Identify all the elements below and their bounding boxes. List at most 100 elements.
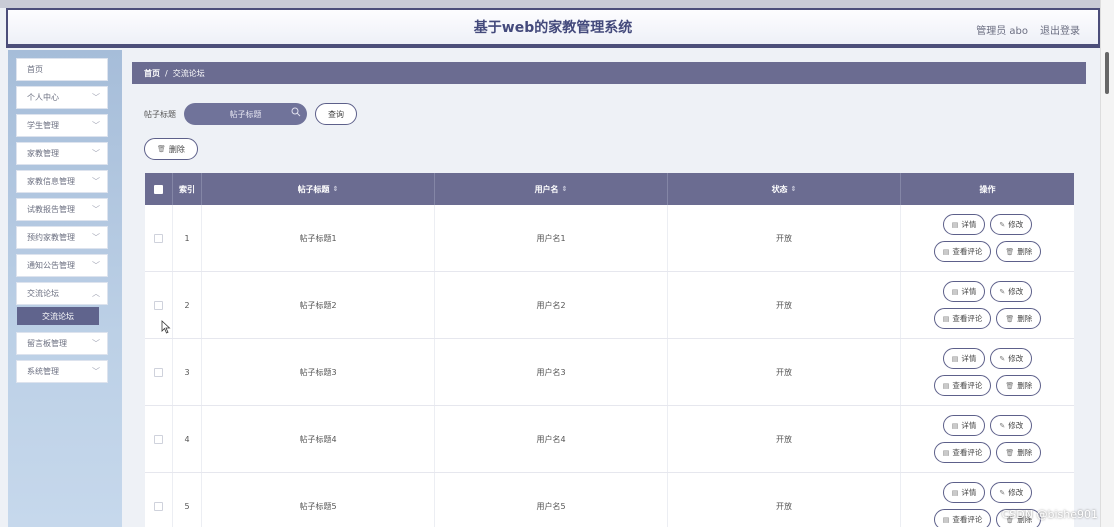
search-icon (291, 107, 301, 117)
edit-button[interactable]: ✎ 修改 (990, 281, 1033, 302)
sidebar-item-label: 试教报告管理 (27, 205, 75, 214)
trash-icon: 🗑 (1005, 314, 1015, 323)
cell-user: 用户名1 (435, 205, 668, 271)
cell-index: 1 (173, 205, 202, 271)
document-icon: ▤ (942, 247, 950, 256)
header-user[interactable]: 用户名 ⇕ (435, 173, 668, 205)
chevron-down-icon: ﹀ (92, 93, 100, 102)
sidebar-item-notices[interactable]: 通知公告管理 ﹀ (16, 254, 108, 277)
sidebar-item-system[interactable]: 系统管理 ﹀ (16, 360, 108, 383)
cell-status: 开放 (668, 339, 901, 405)
sort-icon[interactable]: ⇕ (333, 185, 339, 193)
table-header: 索引 帖子标题 ⇕ 用户名 ⇕ 状态 ⇕ 操作 (145, 173, 1074, 205)
row-select[interactable] (145, 339, 173, 405)
document-icon: ▤ (951, 287, 959, 296)
search-label: 帖子标题 (144, 109, 176, 119)
trash-icon: 🗑 (1005, 247, 1015, 256)
logout-link[interactable]: 退出登录 (1040, 22, 1080, 37)
sidebar-item-forum[interactable]: 交流论坛 ︿ (16, 282, 108, 305)
cell-index: 2 (173, 272, 202, 338)
delete-button[interactable]: 🗑 删除 (996, 308, 1042, 329)
chevron-down-icon: ﹀ (92, 339, 100, 348)
sidebar-item-trial-reports[interactable]: 试教报告管理 ﹀ (16, 198, 108, 221)
row-checkbox[interactable] (154, 367, 163, 377)
row-select[interactable] (145, 473, 173, 527)
delete-button[interactable]: 🗑 删除 (996, 375, 1042, 396)
sidebar-item-label: 家教管理 (27, 149, 59, 158)
cell-status: 开放 (668, 473, 901, 527)
row-checkbox[interactable] (154, 300, 163, 310)
document-icon: ▤ (942, 381, 950, 390)
sidebar-subitem-forum[interactable]: 交流论坛 (17, 307, 99, 325)
row-checkbox[interactable] (154, 501, 163, 511)
detail-button[interactable]: ▤ 详情 (942, 415, 986, 436)
view-comments-button[interactable]: ▤ 查看评论 (933, 308, 992, 329)
header-title[interactable]: 帖子标题 ⇕ (202, 173, 435, 205)
scrollbar-thumb[interactable] (1105, 52, 1109, 94)
cell-ops: ▤ 详情 ✎ 修改 ▤ 查看评论 🗑 删除 (901, 406, 1074, 472)
cell-status: 开放 (668, 205, 901, 271)
cell-title: 帖子标题2 (202, 272, 435, 338)
row-select[interactable] (145, 406, 173, 472)
chevron-down-icon: ﹀ (92, 121, 100, 130)
batch-delete-button[interactable]: 🗑 删除 (144, 138, 198, 160)
detail-label: 详情 (961, 421, 977, 430)
table-row: 1 帖子标题1 用户名1 开放 ▤ 详情 ✎ 修改 ▤ 查看评论 🗑 删除 (145, 205, 1074, 272)
edit-button[interactable]: ✎ 修改 (990, 415, 1033, 436)
breadcrumb-separator: / (165, 68, 168, 78)
edit-button[interactable]: ✎ 修改 (990, 348, 1033, 369)
row-select[interactable] (145, 205, 173, 271)
detail-button[interactable]: ▤ 详情 (942, 348, 986, 369)
delete-label: 删除 (1017, 381, 1033, 390)
view-comments-button[interactable]: ▤ 查看评论 (933, 241, 992, 262)
trash-icon: 🗑 (1005, 381, 1015, 390)
sidebar-item-label: 系统管理 (27, 367, 59, 376)
sidebar-item-tutors[interactable]: 家教管理 ﹀ (16, 142, 108, 165)
search-input[interactable] (200, 109, 291, 119)
query-button[interactable]: 查询 (315, 103, 357, 125)
detail-button[interactable]: ▤ 详情 (942, 281, 986, 302)
sidebar-item-profile[interactable]: 个人中心 ﹀ (16, 86, 108, 109)
header-status[interactable]: 状态 ⇕ (668, 173, 901, 205)
sidebar-item-label: 家教信息管理 (27, 177, 75, 186)
search-field[interactable] (184, 103, 307, 125)
view-comments-button[interactable]: ▤ 查看评论 (933, 375, 992, 396)
detail-label: 详情 (961, 287, 977, 296)
view-comments-button[interactable]: ▤ 查看评论 (933, 442, 992, 463)
sidebar-item-bookings[interactable]: 预约家教管理 ﹀ (16, 226, 108, 249)
row-checkbox[interactable] (154, 233, 163, 243)
delete-button[interactable]: 🗑 删除 (996, 241, 1042, 262)
view-comments-button[interactable]: ▤ 查看评论 (933, 509, 992, 527)
sidebar-item-label: 留言板管理 (27, 339, 67, 348)
table-row: 4 帖子标题4 用户名4 开放 ▤ 详情 ✎ 修改 ▤ 查看评论 🗑 删除 (145, 406, 1074, 473)
edit-button[interactable]: ✎ 修改 (990, 482, 1033, 503)
pencil-icon: ✎ (999, 220, 1006, 229)
detail-button[interactable]: ▤ 详情 (942, 482, 986, 503)
sidebar-item-tutor-info[interactable]: 家教信息管理 ﹀ (16, 170, 108, 193)
select-all-checkbox[interactable] (154, 184, 163, 194)
comments-label: 查看评论 (952, 247, 983, 256)
sidebar-item-label: 学生管理 (27, 121, 59, 130)
detail-button[interactable]: ▤ 详情 (942, 214, 986, 235)
page-scrollbar[interactable] (1100, 0, 1114, 527)
edit-label: 修改 (1008, 220, 1024, 229)
header-ops: 操作 (979, 184, 996, 194)
row-checkbox[interactable] (154, 434, 163, 444)
sidebar-item-messages[interactable]: 留言板管理 ﹀ (16, 332, 108, 355)
header-select-all[interactable] (145, 173, 173, 205)
cell-user: 用户名2 (435, 272, 668, 338)
edit-button[interactable]: ✎ 修改 (990, 214, 1033, 235)
edit-label: 修改 (1008, 488, 1024, 497)
sort-icon[interactable]: ⇕ (791, 185, 797, 193)
cell-title: 帖子标题4 (202, 406, 435, 472)
cell-status: 开放 (668, 406, 901, 472)
app-title: 基于web的家教管理系统 (473, 20, 633, 36)
sort-icon[interactable]: ⇕ (562, 185, 568, 193)
sidebar-item-home[interactable]: 首页 (16, 58, 108, 81)
cell-user: 用户名4 (435, 406, 668, 472)
sidebar-item-students[interactable]: 学生管理 ﹀ (16, 114, 108, 137)
current-user[interactable]: 管理员 abo (976, 22, 1028, 37)
delete-button[interactable]: 🗑 删除 (996, 442, 1042, 463)
breadcrumb-home[interactable]: 首页 (144, 68, 160, 79)
trash-icon: 🗑 (157, 145, 166, 153)
